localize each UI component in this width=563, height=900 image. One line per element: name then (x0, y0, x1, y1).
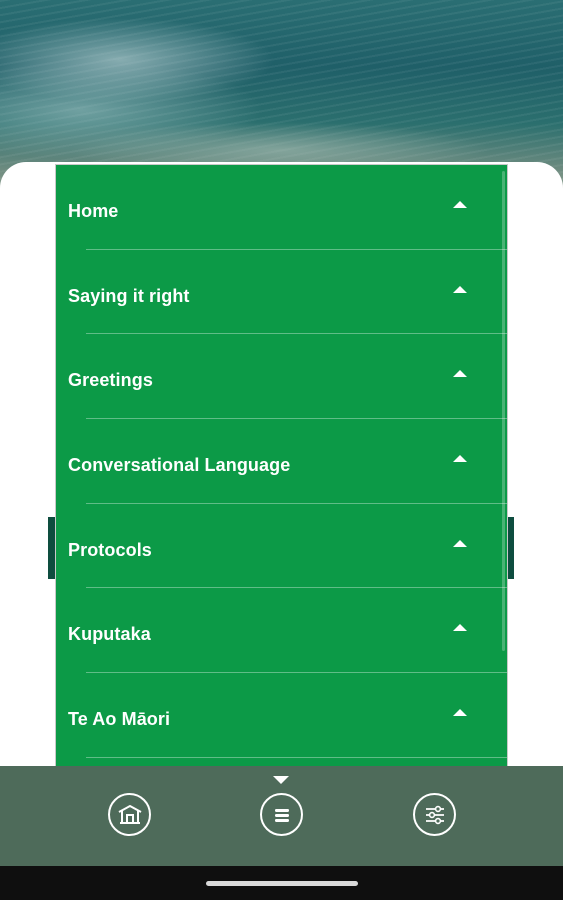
active-indicator-arrow (273, 776, 289, 784)
divider (86, 756, 507, 758)
menu-item-te-ao-maori[interactable]: Te Ao Māori (56, 673, 507, 758)
settings-nav-button[interactable] (413, 793, 456, 836)
caret-up-icon[interactable] (453, 455, 467, 463)
home-nav-button[interactable] (108, 793, 151, 836)
menu-icon (274, 808, 289, 822)
caret-up-icon[interactable] (453, 285, 467, 293)
caret-up-icon[interactable] (453, 709, 467, 717)
menu-nav-button[interactable] (260, 793, 303, 836)
home-gesture-indicator[interactable] (206, 881, 358, 886)
app-screen: Home Saying it right Greetings Conversat… (0, 0, 563, 900)
menu-item-label: Conversational Language (68, 455, 291, 476)
caret-up-icon[interactable] (453, 201, 467, 208)
menu-item-label: Saying it right (68, 285, 190, 306)
caret-up-icon[interactable] (453, 370, 467, 378)
menu-item-label: Te Ao Māori (68, 709, 171, 730)
menu-item-kuputaka[interactable]: Kuputaka (56, 588, 507, 674)
navigation-menu: Home Saying it right Greetings Conversat… (55, 164, 508, 777)
menu-item-saying-it-right[interactable]: Saying it right (56, 250, 507, 335)
menu-item-label: Kuputaka (68, 624, 151, 645)
menu-item-greetings[interactable]: Greetings (56, 334, 507, 420)
sliders-icon (425, 805, 444, 824)
menu-item-label: Home (68, 201, 119, 221)
menu-item-label: Greetings (68, 370, 153, 391)
caret-up-icon[interactable] (453, 539, 467, 547)
menu-item-protocols[interactable]: Protocols (56, 504, 507, 589)
menu-item-conversational-language[interactable]: Conversational Language (56, 419, 507, 504)
marae-icon (118, 804, 141, 824)
caret-up-icon[interactable] (453, 624, 467, 632)
menu-item-home[interactable]: Home (56, 165, 507, 250)
menu-item-label: Protocols (68, 539, 152, 560)
menu-scrollbar[interactable] (502, 171, 505, 651)
